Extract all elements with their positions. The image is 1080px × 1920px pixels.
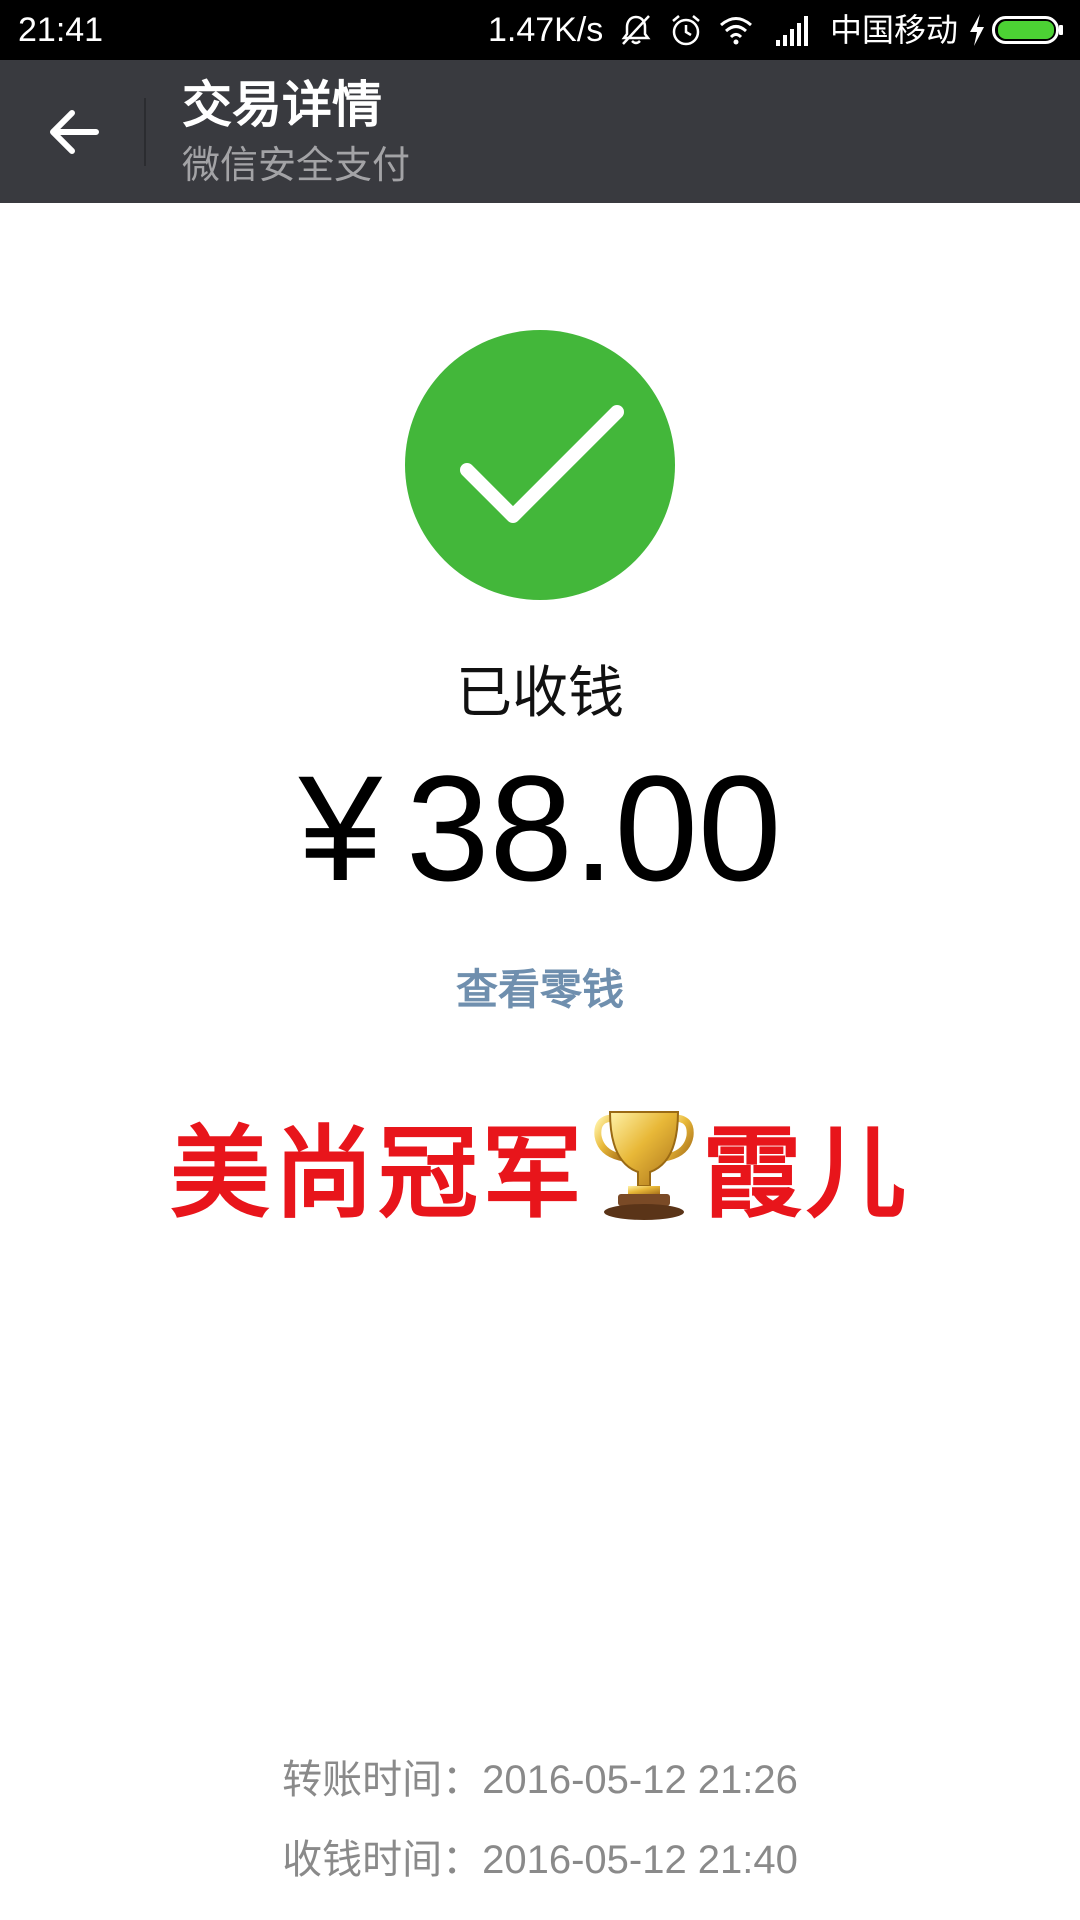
header-divider — [144, 98, 146, 166]
transfer-time-label: 转账时间： — [282, 1758, 483, 1802]
alarm-icon — [672, 15, 700, 46]
status-time: 21:41 — [18, 11, 104, 49]
receive-time-label: 收钱时间： — [282, 1838, 483, 1882]
transfer-time-value: 2016-05-12 21:26 — [482, 1758, 798, 1802]
page-title: 交易详情 — [182, 76, 382, 134]
carrier-name: 中国移动 — [830, 12, 959, 48]
charging-bolt-icon — [970, 14, 984, 46]
receive-time-row: 收钱时间：2016-05-12 21:40 — [0, 1832, 1080, 1888]
trophy-icon — [594, 1111, 694, 1220]
note-text-1: 美尚冠军 — [170, 1115, 586, 1232]
arrow-left-icon — [50, 110, 99, 154]
transfer-time-row: 转账时间：2016-05-12 21:26 — [0, 1752, 1080, 1808]
battery-icon — [992, 16, 1063, 44]
amount-display: ¥38.00 — [0, 748, 1080, 908]
app-header: 交易详情 微信安全支付 — [0, 60, 1080, 203]
receive-time-value: 2016-05-12 21:40 — [482, 1838, 798, 1882]
status-bar: 21:41 1.47K/s 中国移动 — [0, 0, 1080, 60]
signal-icon — [776, 16, 808, 46]
view-balance-row: 查看零钱 — [0, 962, 1080, 1018]
net-speed: 1.47K/s — [488, 11, 604, 49]
currency-symbol: ¥ — [298, 744, 383, 912]
back-button[interactable] — [30, 94, 118, 170]
check-circle-icon — [405, 330, 675, 600]
payment-status: 已收钱 — [456, 661, 624, 726]
amount-value: 38.00 — [406, 744, 782, 912]
bell-muted-icon — [621, 15, 651, 45]
wifi-icon — [720, 17, 752, 45]
transfer-note: 美尚冠军 霞儿 — [0, 1108, 1080, 1239]
note-text-2: 霞儿 — [702, 1115, 910, 1232]
view-balance-link[interactable]: 查看零钱 — [456, 965, 624, 1014]
page-subtitle: 微信安全支付 — [182, 143, 411, 187]
